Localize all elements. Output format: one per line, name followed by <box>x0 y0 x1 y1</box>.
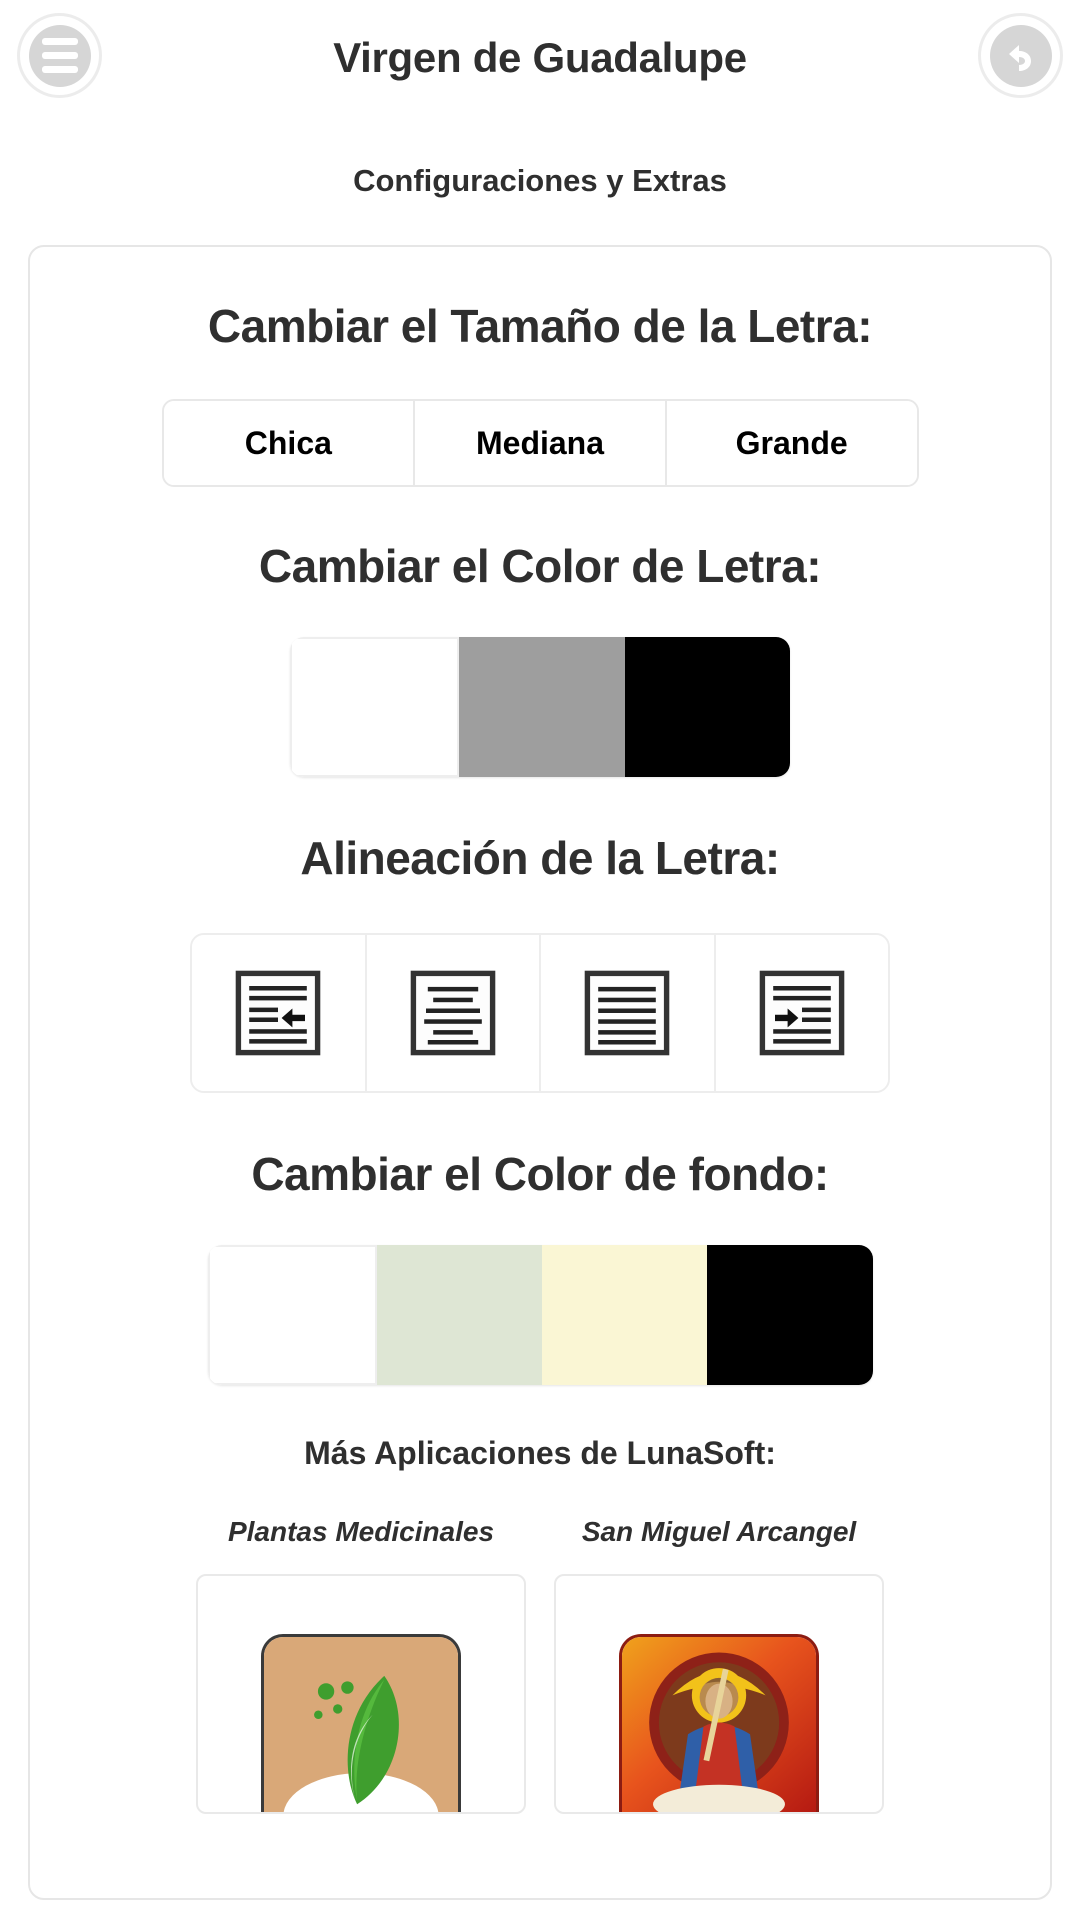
alignment-option-indent-right[interactable] <box>715 935 888 1091</box>
background-color-swatch-cream[interactable] <box>542 1245 708 1385</box>
san-miguel-icon-art <box>622 1637 816 1812</box>
page-subtitle: Configuraciones y Extras <box>353 163 727 198</box>
background-color-swatch-white[interactable] <box>207 1245 377 1385</box>
back-arrow-icon <box>989 24 1052 87</box>
alignment-option-justify[interactable] <box>541 935 716 1091</box>
font-size-option-grande[interactable]: Grande <box>666 401 917 485</box>
app-promo-label: Plantas Medicinales <box>227 1516 495 1547</box>
align-justify-icon <box>584 970 670 1056</box>
alignment-section-title: Alineación de la Letra: <box>300 832 780 884</box>
text-color-swatch-black[interactable] <box>624 637 790 777</box>
align-outdent-left-icon <box>235 970 321 1056</box>
plantas-icon-art <box>264 1637 458 1812</box>
background-color-section-title: Cambiar el Color de fondo: <box>251 1148 829 1200</box>
page-title: Virgen de Guadalupe <box>333 33 747 81</box>
font-size-section-title: Cambiar el Tamaño de la Letra: <box>207 300 873 352</box>
font-size-option-chica[interactable]: Chica <box>163 401 416 485</box>
back-arrow-glyph <box>1008 44 1031 71</box>
align-indent-right-icon <box>759 970 845 1056</box>
more-apps-title: Más Aplicaciones de LunaSoft: <box>304 1435 776 1471</box>
plantas-medicinales-app-icon <box>261 1634 461 1812</box>
text-color-swatch-gray[interactable] <box>459 637 625 777</box>
text-color-section-title: Cambiar el Color de Letra: <box>258 540 822 592</box>
menu-bar-1 <box>41 38 78 45</box>
app-promo-san-miguel-arcangel[interactable]: San Miguel Arcangel <box>554 1516 884 1814</box>
alignment-button-group <box>190 933 890 1093</box>
menu-bar-2 <box>41 52 78 59</box>
text-color-swatch-group <box>290 637 790 777</box>
hamburger-menu-button[interactable] <box>17 13 102 98</box>
app-promo-plantas-medicinales[interactable]: Plantas Medicinales <box>196 1516 526 1814</box>
app-header: Virgen de Guadalupe <box>0 0 1080 115</box>
settings-screen: Virgen de Guadalupe Configuraciones y Ex… <box>0 0 1080 1920</box>
alignment-option-center[interactable] <box>366 935 541 1091</box>
alignment-option-outdent-left[interactable] <box>192 935 367 1091</box>
more-apps-row: Plantas Medicinales San Miguel Arcangel <box>30 1516 1050 1814</box>
background-color-swatch-black[interactable] <box>707 1245 873 1385</box>
text-color-swatch-white[interactable] <box>290 637 460 777</box>
font-size-option-mediana[interactable]: Mediana <box>415 401 667 485</box>
app-promo-tile[interactable] <box>196 1574 526 1814</box>
hamburger-menu-icon <box>28 24 91 87</box>
font-size-button-group: Chica Mediana Grande <box>161 399 919 487</box>
san-miguel-arcangel-app-icon <box>619 1634 819 1812</box>
app-promo-tile[interactable] <box>554 1574 884 1814</box>
settings-card: Cambiar el Tamaño de la Letra: Chica Med… <box>28 245 1052 1900</box>
background-color-swatch-pale-green[interactable] <box>376 1245 542 1385</box>
app-promo-label: San Miguel Arcangel <box>581 1516 857 1547</box>
background-color-swatch-group <box>207 1245 873 1385</box>
menu-bar-3 <box>41 66 78 73</box>
back-button[interactable] <box>978 13 1063 98</box>
align-center-icon <box>410 970 496 1056</box>
